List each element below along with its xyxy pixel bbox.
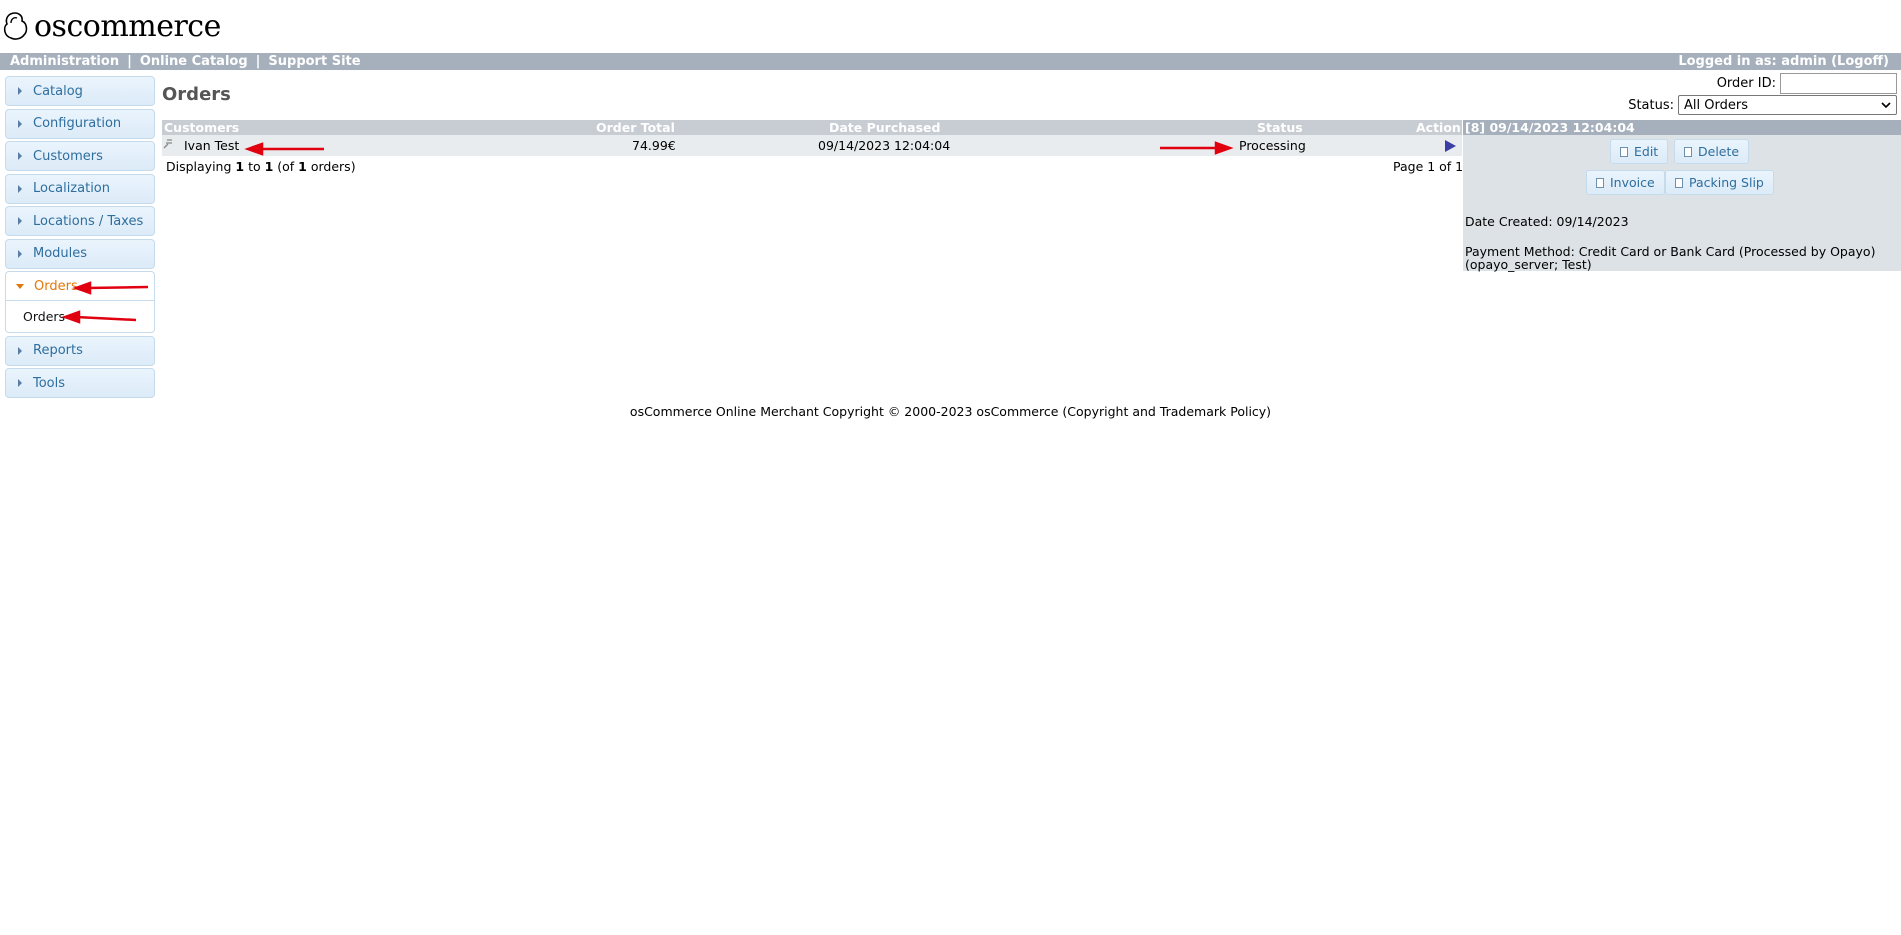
admin-top-bar: Administration | Online Catalog | Support Si… — [0, 53, 1901, 70]
order-id-input[interactable] — [1780, 73, 1897, 94]
sidebar-item-locations-taxes[interactable]: Locations / Taxes — [5, 206, 155, 236]
date-created: Date Created: 09/14/2023 — [1465, 214, 1629, 229]
sidebar-item-localization[interactable]: Localization — [5, 173, 155, 204]
top-nav-links: Administration | Online Catalog | Support Si… — [10, 53, 361, 70]
sidebar-nav: Catalog Configuration Customers Localiza… — [5, 76, 155, 401]
magnifier-icon[interactable] — [162, 138, 174, 150]
displaying-count: Displaying 1 to 1 (of 1 orders) — [166, 159, 356, 174]
delete-label: Delete — [1698, 144, 1740, 159]
header-date-purchased: Date Purchased — [829, 120, 941, 135]
sidebar-item-configuration[interactable]: Configuration — [5, 108, 155, 139]
administration-link[interactable]: Administration — [10, 54, 119, 69]
status-selected-value: All Orders — [1684, 97, 1748, 113]
sidebar-item-tools[interactable]: Tools — [5, 368, 155, 398]
order-info-box: [8] 09/14/2023 12:04:04 Edit Delete Invo… — [1463, 120, 1901, 272]
chevron-down-icon — [1881, 101, 1891, 108]
sidebar-item-modules[interactable]: Modules — [5, 238, 155, 269]
sidebar-item-label: Modules — [33, 246, 88, 261]
logged-in-status[interactable]: Logged in as: admin (Logoff) — [1678, 53, 1889, 70]
cell-order-total: 74.99€ — [632, 138, 676, 153]
orders-table: Customers Order Total Date Purchased Sta… — [162, 120, 1464, 178]
edit-button[interactable]: Edit — [1610, 139, 1669, 164]
packing-slip-button[interactable]: Packing Slip — [1665, 170, 1774, 195]
sidebar-item-label: Tools — [33, 375, 66, 391]
sidebar-item-orders[interactable]: Orders — [5, 271, 155, 301]
header-status: Status — [1257, 120, 1303, 135]
header-order-total: Order Total — [596, 120, 675, 135]
caret-right-icon — [18, 379, 22, 387]
table-footer: Displaying 1 to 1 (of 1 orders) Page 1 o… — [162, 156, 1464, 178]
sidebar-item-customers[interactable]: Customers — [5, 141, 155, 171]
document-icon — [1620, 146, 1628, 157]
caret-right-icon — [18, 184, 22, 193]
caret-right-icon — [18, 249, 22, 258]
sidebar-item-label: Customers — [33, 148, 103, 164]
sidebar-item-catalog[interactable]: Catalog — [5, 76, 155, 106]
sidebar-item-label: Reports — [33, 343, 83, 358]
table-header: Customers Order Total Date Purchased Sta… — [162, 120, 1462, 135]
invoice-button[interactable]: Invoice — [1586, 170, 1665, 195]
online-catalog-link[interactable]: Online Catalog — [140, 54, 248, 69]
document-icon — [1675, 177, 1683, 188]
status-label: Status: — [1628, 97, 1674, 113]
caret-down-icon — [16, 283, 24, 289]
order-id-search: Order ID: — [1717, 73, 1897, 94]
logo-text: oscommerce — [34, 8, 221, 44]
caret-right-icon — [18, 119, 22, 128]
status-select[interactable]: All Orders — [1678, 95, 1897, 115]
status-filter: Status: All Orders — [1628, 95, 1897, 115]
cell-customer: Ivan Test — [184, 138, 240, 153]
info-box-heading: [8] 09/14/2023 12:04:04 — [1463, 120, 1901, 135]
packing-slip-label: Packing Slip — [1689, 175, 1764, 190]
logo-mark-icon — [3, 12, 28, 40]
page-title: Orders — [162, 84, 231, 105]
footer-copyright: osCommerce Online Merchant Copyright © 2… — [629, 404, 1272, 419]
caret-right-icon — [18, 152, 22, 160]
payment-method-detail: (opayo_server; Test) — [1465, 257, 1592, 272]
invoice-label: Invoice — [1610, 175, 1655, 190]
cell-status: Processing — [1239, 138, 1306, 153]
sidebar-item-label: Locations / Taxes — [33, 213, 144, 229]
order-id-label: Order ID: — [1716, 76, 1776, 91]
delete-button[interactable]: Delete — [1674, 139, 1750, 164]
sidebar-item-label: Configuration — [33, 116, 122, 131]
separator: | — [255, 54, 261, 69]
table-row[interactable]: Ivan Test 74.99€ 09/14/2023 12:04:04 Pro… — [162, 135, 1462, 156]
sidebar-item-label: Catalog — [33, 83, 83, 99]
oscommerce-logo[interactable]: oscommerce — [2, 8, 221, 44]
separator: | — [127, 54, 132, 69]
caret-right-icon — [18, 346, 22, 355]
trash-icon — [1684, 146, 1692, 157]
cell-date-purchased: 09/14/2023 12:04:04 — [818, 138, 951, 153]
play-arrow-icon[interactable] — [1445, 140, 1456, 152]
caret-right-icon — [18, 87, 22, 95]
pagination-text: Page 1 of 1 — [1393, 159, 1464, 174]
sidebar-item-label: Localization — [33, 181, 110, 196]
header-action: Action — [1416, 120, 1461, 135]
caret-right-icon — [18, 217, 22, 225]
support-site-link[interactable]: Support Site — [268, 54, 360, 69]
document-icon — [1596, 177, 1604, 188]
sidebar-subitem-orders[interactable]: Orders — [5, 301, 155, 333]
sidebar-item-reports[interactable]: Reports — [5, 335, 155, 366]
sidebar-item-label: Orders — [34, 278, 78, 294]
edit-label: Edit — [1634, 144, 1659, 159]
header-customers: Customers — [164, 120, 240, 135]
